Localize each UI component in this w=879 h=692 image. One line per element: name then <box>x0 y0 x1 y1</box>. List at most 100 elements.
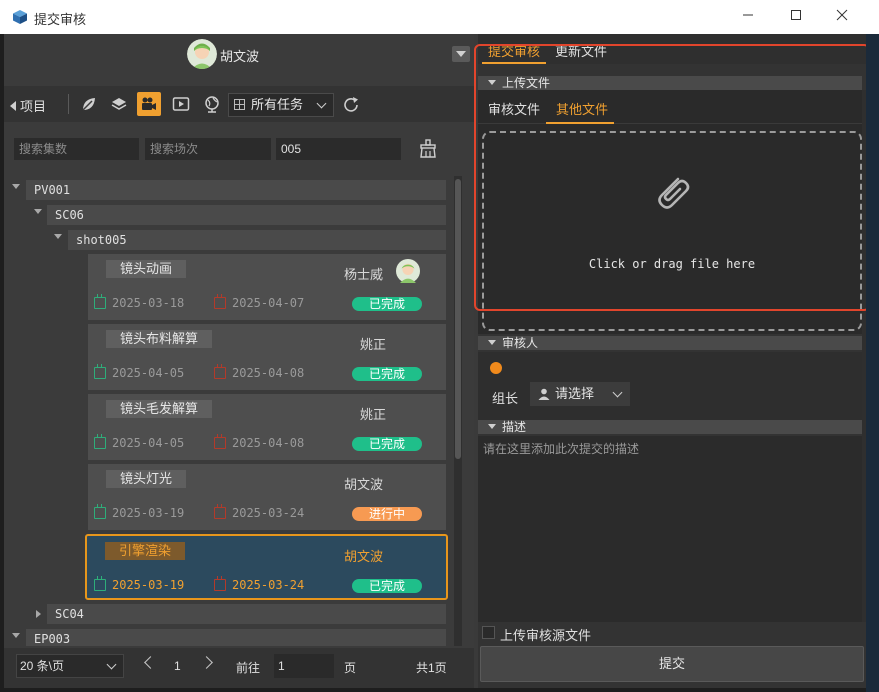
page-size-value: 20 条\页 <box>20 659 65 673</box>
end-date-calendar-icon <box>214 576 226 591</box>
pagination-bar: 20 条\页 1 前往 页 共1页 <box>4 648 474 688</box>
task-filter-select[interactable]: 所有任务 <box>228 93 334 117</box>
shot-search-input[interactable] <box>276 138 401 160</box>
reviewer-section-header[interactable]: 审核人 <box>478 336 862 350</box>
tree-node-scene[interactable]: SC04 <box>47 604 446 624</box>
video-filter-button[interactable] <box>169 92 193 116</box>
reviewer-panel: 组长 请选择 <box>478 352 862 420</box>
end-date-calendar-icon <box>214 504 226 519</box>
expand-arrow-icon[interactable] <box>12 633 20 638</box>
file-dropzone[interactable]: Click or drag file here <box>482 131 862 331</box>
tab-other-files[interactable]: 其他文件 <box>556 99 608 118</box>
start-date-calendar-icon <box>94 294 106 309</box>
refresh-icon[interactable] <box>340 94 362 116</box>
collapse-dropdown-button[interactable] <box>452 46 470 62</box>
person-icon <box>538 388 550 400</box>
tab-update-files[interactable]: 更新文件 <box>555 41 607 60</box>
tree-node-project[interactable]: EP003 <box>26 629 446 646</box>
description-textarea[interactable] <box>478 436 862 622</box>
end-date-calendar-icon <box>214 434 226 449</box>
shot-filter-button[interactable] <box>137 92 161 116</box>
task-toolbar: 项目 所有任务 <box>4 86 474 122</box>
user-avatar[interactable] <box>187 39 217 69</box>
section-collapse-icon <box>488 340 496 345</box>
task-end-date: 2025-04-08 <box>232 436 305 450</box>
tree-scrollbar-thumb[interactable] <box>455 179 461 459</box>
expand-arrow-icon[interactable] <box>54 234 62 239</box>
asset-filter-button[interactable] <box>77 92 101 116</box>
page-size-select[interactable]: 20 条\页 <box>16 654 124 678</box>
tab-submit-review[interactable]: 提交审核 <box>488 41 540 60</box>
task-card[interactable]: 镜头灯光 胡文波 2025-03-19 2025-03-24 进行中 <box>88 464 446 530</box>
layers-icon <box>111 98 127 110</box>
task-end-date: 2025-04-07 <box>232 296 305 310</box>
upload-files-panel: 审核文件 其他文件 Click or drag file here <box>478 90 862 334</box>
collapse-arrow-icon[interactable] <box>36 610 41 618</box>
task-start-date: 2025-04-05 <box>112 366 185 380</box>
scene-search-input[interactable] <box>145 138 271 160</box>
user-bar: 胡文波 <box>4 34 474 74</box>
task-name: 引擎渲染 <box>105 542 186 560</box>
task-card[interactable]: 镜头毛发解算 姚正 2025-04-05 2025-04-08 已完成 <box>88 394 446 460</box>
task-tree: PV001 SC06 shot005 镜头动画 杨士威 2025-03-18 2… <box>4 176 454 646</box>
next-page-icon[interactable] <box>200 656 213 669</box>
tab-review-files[interactable]: 审核文件 <box>488 99 540 118</box>
status-badge: 已完成 <box>352 297 422 311</box>
start-date-calendar-icon <box>94 504 106 519</box>
total-pages: 共1页 <box>416 661 447 675</box>
assignee-avatar-icon <box>396 259 420 283</box>
close-button[interactable] <box>819 0 865 34</box>
project-back-button[interactable]: 项目 <box>10 96 46 115</box>
tree-node-shot[interactable]: shot005 <box>68 230 446 250</box>
globe-icon <box>205 96 219 113</box>
start-date-calendar-icon <box>94 434 106 449</box>
active-tab-indicator <box>482 62 546 64</box>
current-page[interactable]: 1 <box>174 659 181 673</box>
clear-filter-broom-icon[interactable] <box>417 138 439 160</box>
episode-search-input[interactable] <box>14 138 139 160</box>
task-assignee: 胡文波 <box>344 477 384 492</box>
goto-page-input[interactable] <box>274 654 334 678</box>
description-section-header[interactable]: 描述 <box>478 420 862 434</box>
grid-icon <box>234 99 245 110</box>
maximize-button[interactable] <box>773 0 819 34</box>
globe-filter-button[interactable] <box>200 92 224 116</box>
prev-page-icon[interactable] <box>144 656 157 669</box>
layer-filter-button[interactable] <box>107 92 131 116</box>
task-assignee: 杨士威 <box>344 267 384 282</box>
task-end-date: 2025-03-24 <box>232 506 305 520</box>
task-card[interactable]: 镜头动画 杨士威 2025-03-18 2025-04-07 已完成 <box>88 254 446 320</box>
avatar-icon <box>187 39 217 69</box>
chevron-down-icon <box>612 387 623 398</box>
expand-arrow-icon[interactable] <box>12 184 20 189</box>
minimize-icon <box>743 14 753 16</box>
task-name: 镜头灯光 <box>106 470 187 488</box>
toolbar-divider <box>68 94 69 114</box>
section-collapse-icon <box>488 80 496 85</box>
main-window: 胡文波 项目 所有任务 搜索集数 搜索场次 005 PV001 SC06 sho… <box>4 34 866 688</box>
task-card-selected[interactable]: 引擎渲染 胡文波 2025-03-19 2025-03-24 已完成 <box>85 534 448 600</box>
minimize-button[interactable] <box>725 0 771 34</box>
tree-node-scene[interactable]: SC06 <box>47 205 446 225</box>
expand-arrow-icon[interactable] <box>34 209 42 214</box>
chevron-down-icon <box>316 98 327 109</box>
maximize-icon <box>791 10 801 20</box>
task-name: 镜头动画 <box>106 260 187 278</box>
movie-camera-icon <box>142 97 156 110</box>
task-assignee: 姚正 <box>360 337 387 352</box>
leader-select[interactable]: 请选择 <box>530 382 630 406</box>
status-badge: 已完成 <box>352 579 422 593</box>
goto-label: 前往 <box>236 661 261 675</box>
upload-source-checkbox[interactable] <box>482 626 495 639</box>
background-desktop-strip <box>866 34 879 692</box>
submit-button[interactable]: 提交 <box>480 646 864 682</box>
upload-source-label: 上传审核源文件 <box>500 628 592 643</box>
start-date-calendar-icon <box>94 576 106 591</box>
task-card[interactable]: 镜头布料解算 姚正 2025-04-05 2025-04-08 已完成 <box>88 324 446 390</box>
upload-section-header[interactable]: 上传文件 <box>478 76 862 90</box>
start-date-calendar-icon <box>94 364 106 379</box>
tree-node-project[interactable]: PV001 <box>26 180 446 200</box>
upload-section-label: 上传文件 <box>502 76 551 90</box>
required-indicator-dot <box>490 362 502 374</box>
leader-label: 组长 <box>492 391 519 406</box>
